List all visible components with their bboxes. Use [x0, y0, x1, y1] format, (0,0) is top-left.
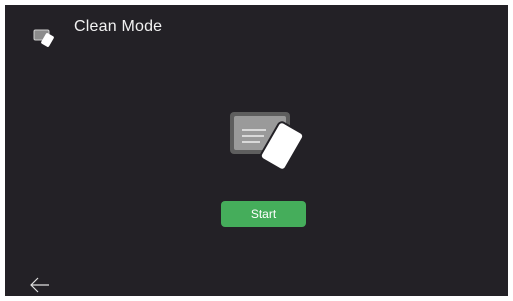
page-title: Clean Mode	[74, 18, 163, 35]
start-button[interactable]: Start	[221, 201, 306, 227]
clean-card-icon	[33, 29, 54, 47]
clean-mode-screen: Clean Mode Start	[5, 5, 508, 296]
clean-card-illustration	[230, 112, 305, 170]
arrow-left-icon[interactable]	[29, 277, 51, 293]
